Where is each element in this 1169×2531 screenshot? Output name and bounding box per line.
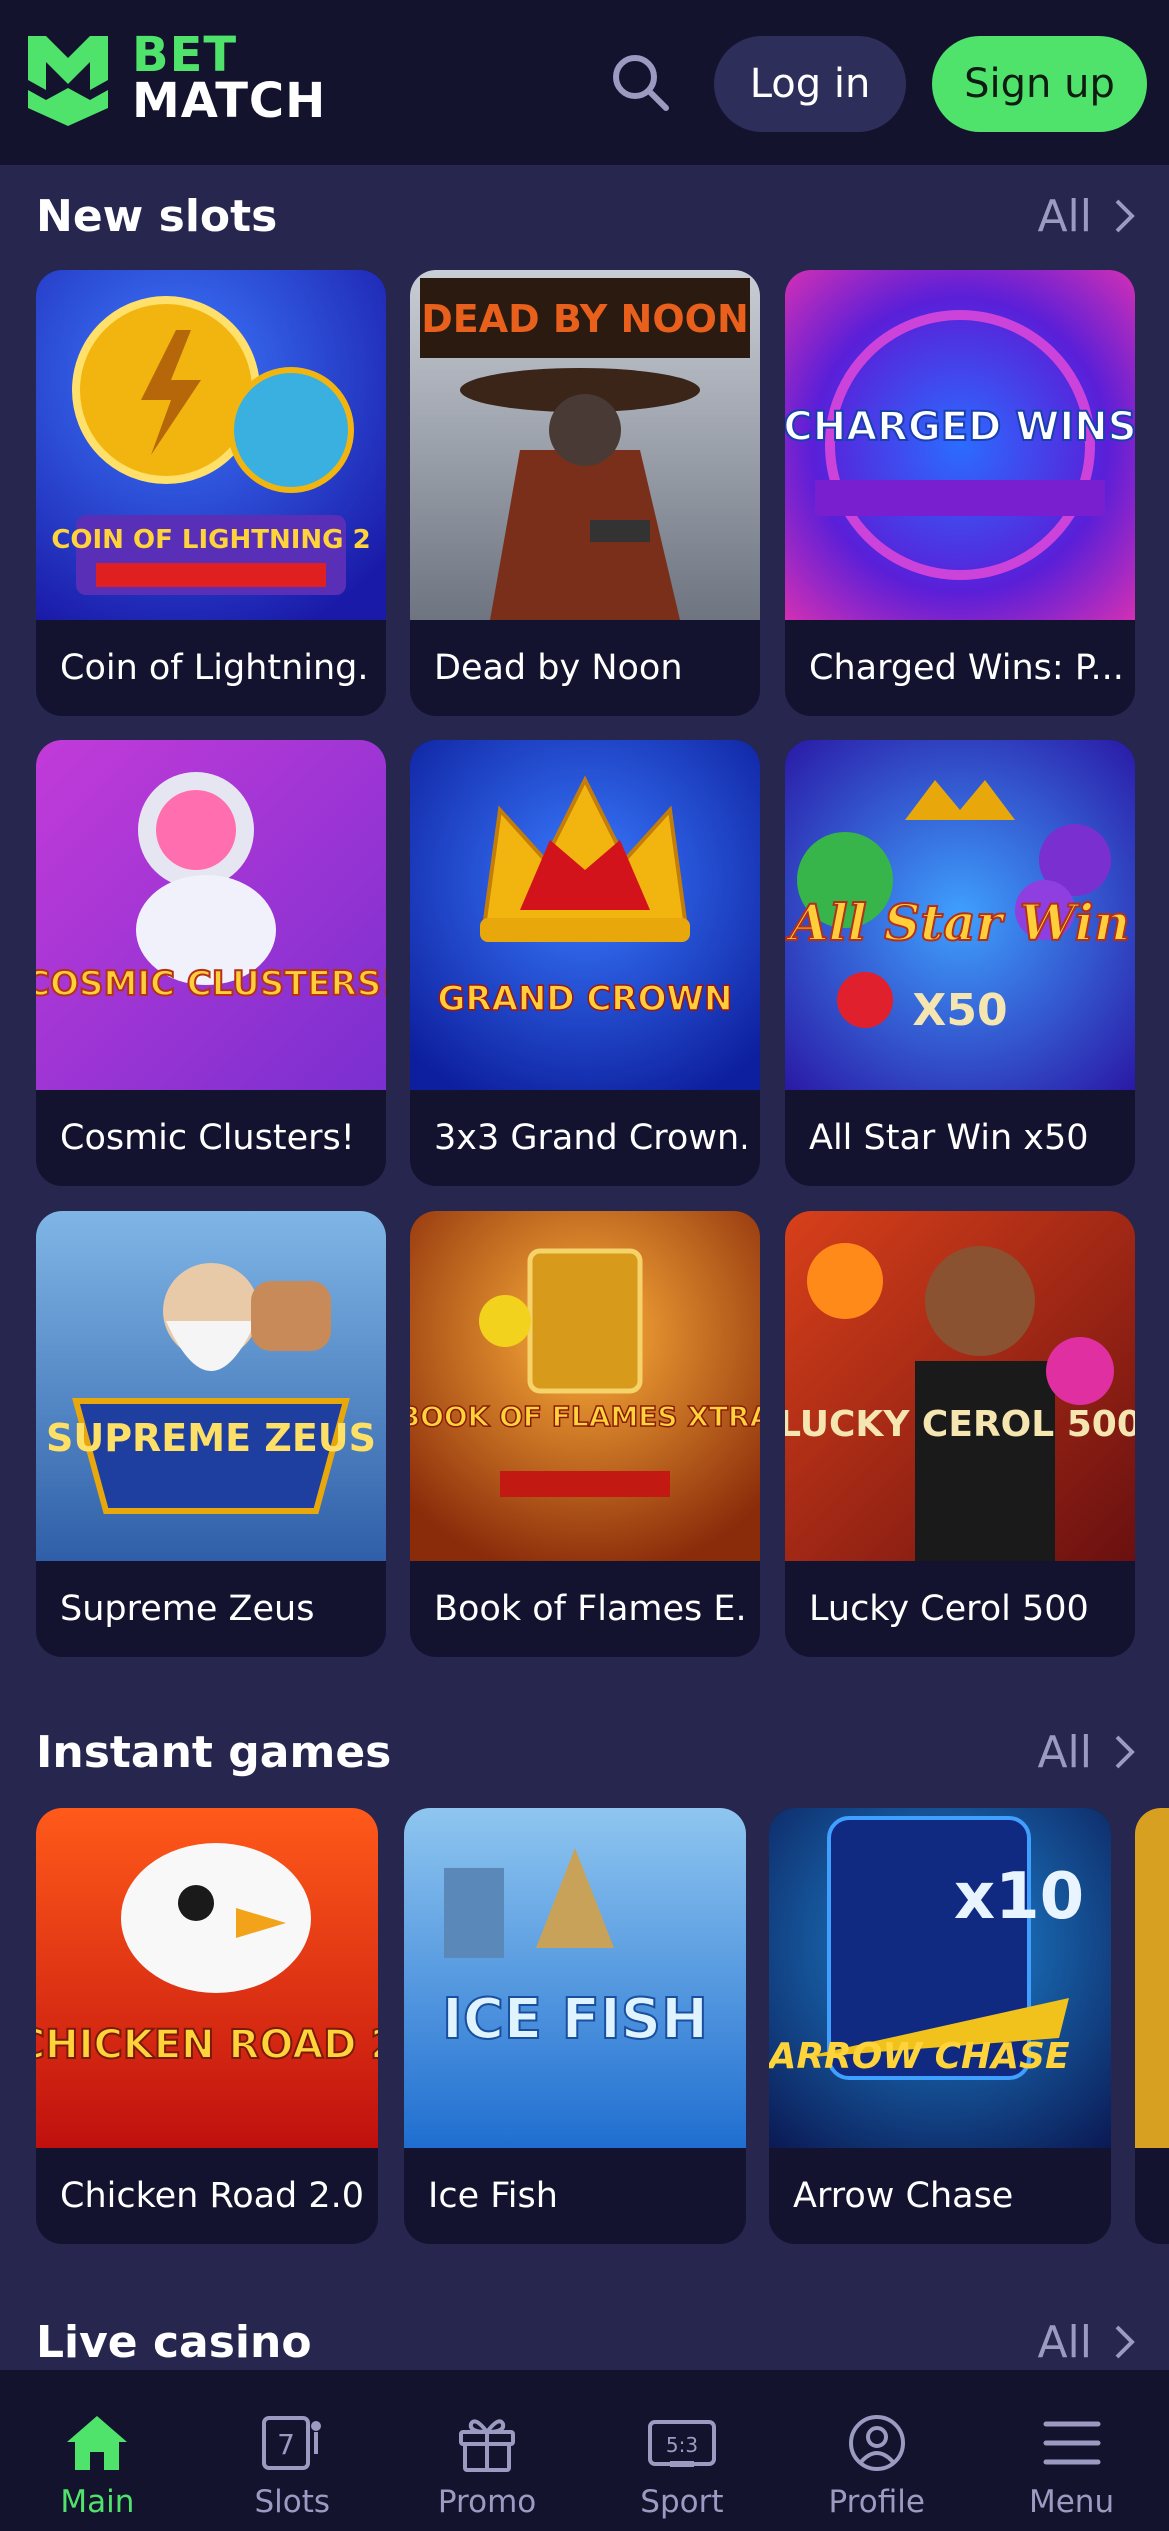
gift-icon [459,2419,516,2472]
game-card[interactable]: LUCKY CEROL 500 Lucky Cerol 500 [785,1211,1135,1657]
game-art-title: CHICKEN ROAD 2 [36,2022,378,2068]
nav-slots[interactable]: 7 Slots [195,2370,390,2531]
game-thumbnail: CHICKEN ROAD 2 [36,1808,378,2148]
nav-label: Menu [1028,2484,1115,2520]
game-thumbnail: CHARGED WINS [785,270,1135,620]
nav-label: Promo [437,2484,537,2520]
game-card[interactable]: BOOK OF FLAMES XTRA Book of Flames E... [410,1211,760,1657]
game-thumbnail: SUPREME ZEUS [36,1211,386,1561]
new-slots-header: New slots All [36,186,1136,246]
nav-main[interactable]: Main [0,2370,195,2531]
nav-label: Main [60,2484,135,2520]
game-card[interactable]: GRAND CROWN 3x3 Grand Crown... [410,740,760,1186]
game-art-title: COSMIC CLUSTERS! [36,964,386,1004]
nav-label: Sport [640,2484,724,2520]
svg-text:x10: x10 [954,1860,1084,1934]
search-button[interactable] [608,50,674,116]
game-card[interactable]: DEAD BY NOON Dead by Noon [410,270,760,716]
game-name: Charged Wins: P... [809,648,1121,688]
game-thumbnail: x10 ARROW CHASE [769,1808,1111,2148]
game-name: Ice Fish [428,2176,558,2216]
game-thumbnail: GRAND CROWN [410,740,760,1090]
game-art-title: GRAND CROWN [438,979,733,1019]
game-card[interactable]: CHARGED WINS Charged Wins: P... [785,270,1135,716]
login-button[interactable]: Log in [714,36,906,132]
hamburger-menu-icon [1043,2421,1101,2465]
svg-text:X50: X50 [912,985,1007,1036]
game-thumbnail: ICE FISH [404,1808,746,2148]
game-name: Dead by Noon [434,648,683,688]
game-thumbnail [1135,1808,1169,2148]
game-name: Book of Flames E... [434,1589,746,1629]
game-thumbnail: COIN OF LIGHTNING 2 [36,270,386,620]
game-art-title: SUPREME ZEUS [46,1416,376,1460]
nav-menu[interactable]: Menu [974,2370,1169,2531]
signup-button[interactable]: Sign up [932,36,1147,132]
instant-games-all-link[interactable]: All [1037,1727,1136,1778]
live-casino-header: Live casino All [36,2312,1136,2372]
game-art-title: BOOK OF FLAMES XTRA [410,1400,760,1433]
game-thumbnail: DEAD BY NOON [410,270,760,620]
game-name: Supreme Zeus [60,1589,315,1629]
section-title: New slots [36,190,278,242]
slot-machine-icon: 7 [262,2416,322,2470]
chevron-right-icon [1115,2325,1135,2359]
bottom-navigation: Main 7 Slots Promo 5:3 Sport Profile Men… [0,2370,1169,2531]
section-title: Instant games [36,1726,392,1778]
game-art-title: ARROW CHASE [769,2036,1070,2077]
nav-label: Slots [254,2484,331,2520]
nav-sport[interactable]: 5:3 Sport [584,2370,779,2531]
search-icon [613,55,669,111]
game-card[interactable]: COSMIC CLUSTERS! Cosmic Clusters! [36,740,386,1186]
svg-text:7: 7 [277,2428,295,2461]
game-name: All Star Win x50 [809,1118,1089,1158]
home-icon [67,2416,128,2470]
chevron-right-icon [1115,1735,1135,1769]
top-header: BET MATCH Log in Sign up [0,0,1169,165]
brand-wordmark: BET MATCH [132,27,327,129]
new-slots-all-link[interactable]: All [1037,191,1136,242]
game-thumbnail: COSMIC CLUSTERS! [36,740,386,1090]
svg-text:5:3: 5:3 [666,2433,698,2457]
nav-profile[interactable]: Profile [779,2370,974,2531]
logo-icon [28,36,108,126]
section-title: Live casino [36,2316,312,2368]
user-icon [848,2415,905,2471]
game-card[interactable]: CHICKEN ROAD 2 Chicken Road 2.0 [36,1808,378,2244]
chevron-right-icon [1115,199,1135,233]
nav-label: Profile [828,2484,925,2520]
game-card[interactable]: COIN OF LIGHTNING 2 Coin of Lightning... [36,270,386,716]
game-card-partial[interactable] [1135,1808,1169,2244]
game-card[interactable]: x10 ARROW CHASE Arrow Chase [769,1808,1111,2244]
game-art-title: CHARGED WINS [785,404,1135,450]
game-name: Lucky Cerol 500 [809,1589,1089,1629]
all-label: All [1037,1726,1092,1778]
instant-games-header: Instant games All [36,1722,1136,1782]
all-label: All [1037,2316,1092,2368]
game-art-title: All Star Win [786,893,1130,952]
all-label: All [1037,190,1092,242]
game-art-title: DEAD BY NOON [421,297,749,341]
nav-promo[interactable]: Promo [390,2370,585,2531]
game-card[interactable]: ICE FISH Ice Fish [404,1808,746,2244]
brand-line1: BET [132,27,238,83]
game-card[interactable]: SUPREME ZEUS Supreme Zeus [36,1211,386,1657]
scoreboard-icon: 5:3 [647,2420,716,2467]
game-art-title: ICE FISH [442,1987,708,2052]
game-thumbnail: All Star Win X50 [785,740,1135,1090]
game-name: 3x3 Grand Crown... [434,1118,746,1158]
game-name: Chicken Road 2.0 [60,2176,364,2216]
game-name: Coin of Lightning... [60,648,372,688]
brand-line2: MATCH [132,73,327,129]
brand-logo[interactable]: BET MATCH [22,28,326,128]
game-name: Cosmic Clusters! [60,1118,355,1158]
game-art-title: COIN OF LIGHTNING 2 [51,525,370,555]
game-card[interactable]: All Star Win X50 All Star Win x50 [785,740,1135,1186]
game-name: Arrow Chase [793,2176,1014,2216]
live-casino-all-link[interactable]: All [1037,2317,1136,2368]
game-art-title: LUCKY CEROL 500 [785,1404,1135,1445]
game-thumbnail: BOOK OF FLAMES XTRA [410,1211,760,1561]
game-thumbnail: LUCKY CEROL 500 [785,1211,1135,1561]
